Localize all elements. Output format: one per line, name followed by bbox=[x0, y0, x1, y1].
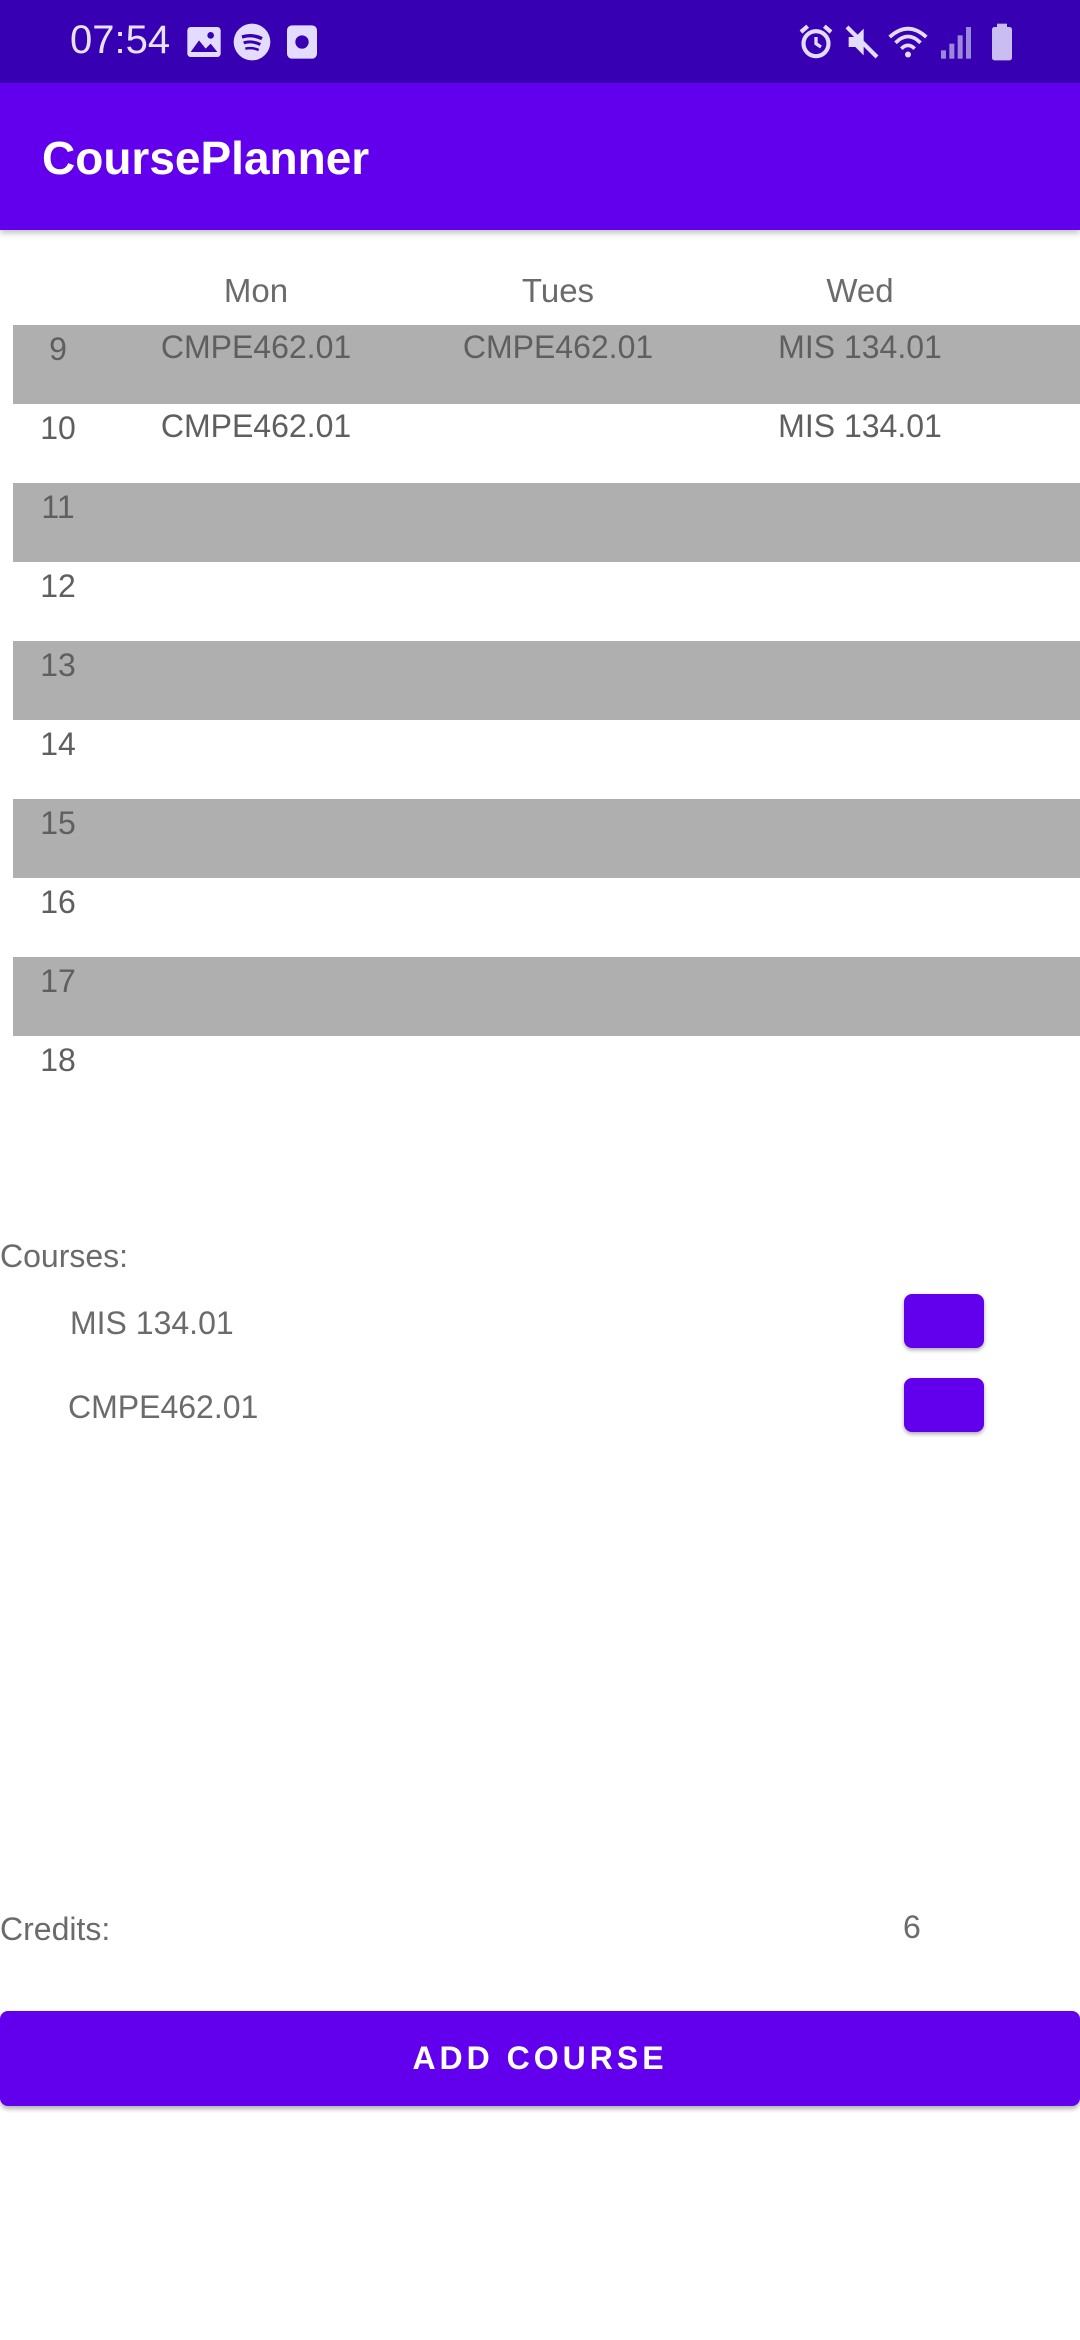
wifi-icon bbox=[888, 26, 928, 58]
course-remove-button[interactable] bbox=[904, 1378, 984, 1432]
day-header-tues: Tues bbox=[521, 272, 595, 309]
hour-label: 11 bbox=[41, 489, 75, 525]
app-title: CoursePlanner bbox=[42, 132, 370, 184]
hour-label: 17 bbox=[40, 963, 76, 999]
schedule-row-17: 17 bbox=[13, 957, 1080, 1036]
schedule-row-11: 11 bbox=[13, 483, 1080, 562]
status-time: 07:54 bbox=[70, 18, 171, 62]
hour-label: 10 bbox=[40, 410, 76, 446]
courses-label: Courses: bbox=[0, 1238, 129, 1274]
course-remove-button[interactable] bbox=[904, 1294, 984, 1348]
schedule-row-16: 16 bbox=[13, 878, 1080, 957]
hour-label: 18 bbox=[40, 1042, 76, 1078]
battery-icon bbox=[992, 23, 1012, 61]
app-bar: CoursePlanner bbox=[0, 83, 1080, 230]
schedule-row-18: 18 bbox=[13, 1036, 1080, 1115]
add-course-button[interactable]: ADD COURSE bbox=[0, 2011, 1080, 2106]
signal-icon bbox=[941, 27, 971, 59]
schedule-row-10: 10 CMPE462.01 MIS 134.01 bbox=[13, 404, 1080, 483]
schedule-cell[interactable]: CMPE462.01 bbox=[106, 408, 406, 445]
schedule-cell[interactable]: MIS 134.01 bbox=[710, 408, 1010, 445]
hour-label: 9 bbox=[49, 331, 67, 367]
schedule-cell[interactable]: MIS 134.01 bbox=[710, 329, 1010, 366]
schedule-row-9: 9 CMPE462.01 CMPE462.01 MIS 134.01 bbox=[13, 325, 1080, 404]
status-bar: 07:54 bbox=[0, 0, 1080, 83]
schedule-row-14: 14 bbox=[13, 720, 1080, 799]
hour-label: 14 bbox=[40, 726, 76, 762]
course-name: CMPE462.01 bbox=[68, 1389, 259, 1425]
screen-record-icon bbox=[287, 25, 317, 59]
hour-label: 13 bbox=[40, 647, 76, 683]
schedule-cell[interactable]: CMPE462.01 bbox=[408, 329, 708, 366]
course-name: MIS 134.01 bbox=[70, 1305, 234, 1341]
spotify-icon bbox=[233, 23, 271, 61]
mute-icon bbox=[845, 25, 879, 59]
schedule-cell[interactable]: CMPE462.01 bbox=[106, 329, 406, 366]
alarm-icon bbox=[799, 24, 833, 59]
gallery-icon bbox=[187, 27, 221, 57]
schedule-row-12: 12 bbox=[13, 562, 1080, 641]
credits-label: Credits: bbox=[0, 1911, 111, 1947]
hour-label: 15 bbox=[40, 805, 76, 841]
hour-label: 12 bbox=[40, 568, 76, 604]
day-header-wed: Wed bbox=[826, 272, 894, 309]
credits-value: 6 bbox=[903, 1909, 921, 1945]
schedule-row-15: 15 bbox=[13, 799, 1080, 878]
hour-label: 16 bbox=[40, 884, 76, 920]
schedule-row-13: 13 bbox=[13, 641, 1080, 720]
day-header-mon: Mon bbox=[223, 272, 289, 309]
